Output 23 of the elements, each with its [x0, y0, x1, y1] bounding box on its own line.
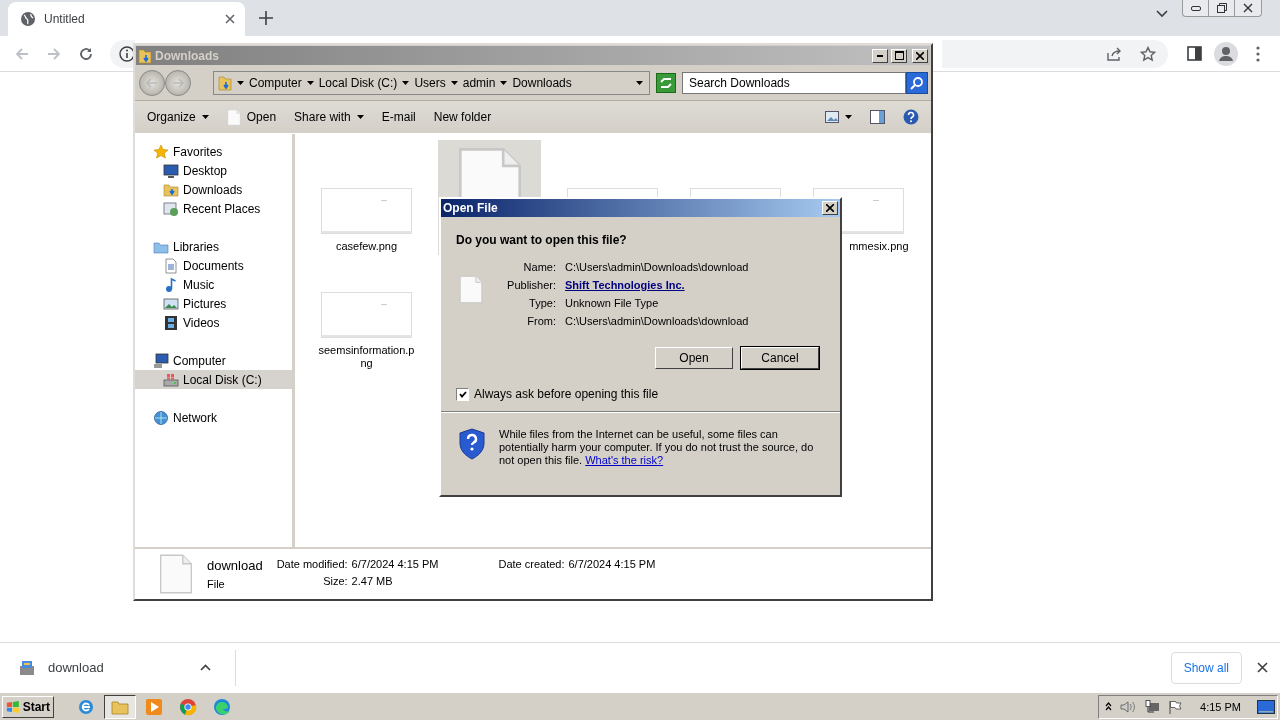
file-name: download [207, 558, 263, 573]
field-label: Date created: [498, 558, 565, 570]
field-label: From: [526, 315, 556, 327]
field-value: Unknown File Type [565, 297, 660, 309]
file-name: seemsinformation.png [317, 344, 416, 370]
file-name: casefew.png [334, 240, 399, 253]
field-value: 6/7/2024 4:15 PM [568, 558, 656, 570]
checkbox-label: Always ask before opening this file [474, 387, 659, 401]
file-type: File [207, 578, 226, 590]
field-label: Name: [522, 261, 556, 273]
field-label: Type: [528, 297, 556, 309]
dialog-title-bar: Open File [441, 199, 840, 217]
field-label: Size: [322, 575, 348, 587]
warning-text: While files from the Internet can be useful, some files can potentially harm your computer. If you do not trust the source, do not open this file. What's the risk? [499, 428, 815, 467]
title-bar: Downloads [136, 46, 930, 65]
field-value: 6/7/2024 4:15 PM [351, 558, 439, 570]
field-value: C:\Users\admin\Downloads\download [565, 315, 749, 327]
field-label: Publisher: [506, 279, 556, 291]
field-label: Date modified: [276, 558, 348, 570]
dialog-question: Do you want to open this file? [456, 233, 628, 247]
field-value: 2.47 MB [351, 575, 394, 587]
file-name: mmesix.png [848, 240, 909, 253]
field-value: C:\Users\admin\Downloads\download [565, 261, 749, 273]
